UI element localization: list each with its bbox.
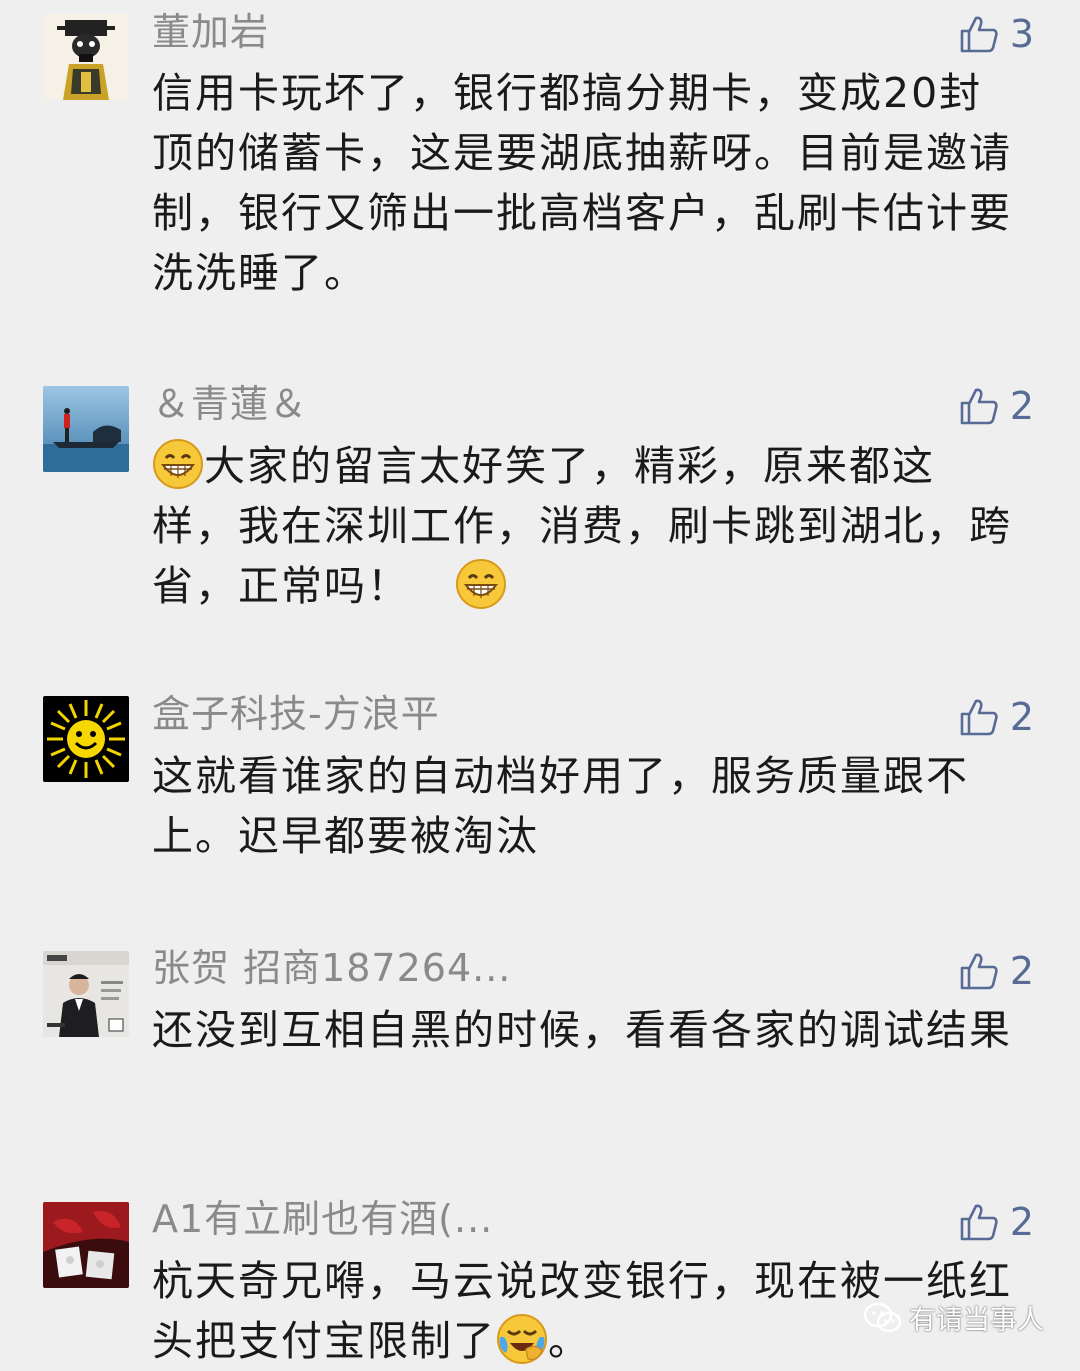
commenter-name[interactable]: A1有立刷也有酒(... [152, 1197, 493, 1241]
red-gifts-avatar[interactable] [43, 1202, 129, 1288]
thumbs-up-icon [960, 1204, 998, 1241]
grin-emoji-icon [456, 559, 507, 609]
opera-mask-avatar[interactable] [43, 14, 129, 100]
like-button[interactable]: 2 [958, 695, 1034, 739]
crying-laugh-emoji-icon [497, 1314, 547, 1364]
watermark-text: 有请当事人 [909, 1305, 1044, 1336]
like-count: 2 [1009, 1200, 1034, 1244]
like-count: 2 [1009, 949, 1034, 993]
commenter-name[interactable]: ＆青蓮＆ [152, 382, 308, 426]
thumbs-up-icon [960, 16, 998, 53]
comment-text-body: 大家的留言太好笑了，精彩，原来都这样，我在深圳工作，消费，刷卡跳到湖北，跨省，正… [152, 442, 1012, 610]
comment-text: 还没到互相自黑的时候，看看各家的调试结果 [152, 1006, 1012, 1054]
lake-boat-avatar[interactable] [43, 386, 129, 472]
commenter-name[interactable]: 董加岩 [152, 10, 269, 54]
wechat-icon [863, 1302, 902, 1332]
like-button[interactable]: 2 [958, 1200, 1034, 1244]
grin-emoji-icon [153, 439, 203, 489]
comment-text-tail: 。 [548, 1317, 591, 1365]
like-count: 2 [1009, 695, 1034, 739]
magazine-portrait-avatar[interactable] [43, 951, 129, 1037]
commenter-name[interactable]: 盒子科技-方浪平 [152, 692, 440, 736]
watermark: 有请当事人 [863, 1298, 1044, 1337]
comment-text: 信用卡玩坏了，银行都搞分期卡，变成20封顶的储蓄卡，这是要湖底抽薪呀。目前是邀请… [152, 69, 1012, 297]
like-count: 2 [1009, 384, 1034, 428]
comment-text: 这就看谁家的自动档好用了，服务质量跟不上。迟早都要被淘汰 [152, 752, 969, 860]
thumbs-up-icon [960, 699, 998, 736]
sun-avatar[interactable] [43, 696, 129, 782]
like-button[interactable]: 3 [958, 12, 1034, 56]
like-button[interactable]: 2 [958, 384, 1034, 428]
like-button[interactable]: 2 [958, 949, 1034, 993]
like-count: 3 [1009, 12, 1034, 56]
thumbs-up-icon [960, 953, 998, 990]
thumbs-up-icon [960, 388, 998, 425]
commenter-name[interactable]: 张贺 招商187264... [152, 946, 511, 990]
comment-text: 大家的留言太好笑了，精彩，原来都这样，我在深圳工作，消费，刷卡跳到湖北，跨省，正… [152, 436, 1012, 616]
